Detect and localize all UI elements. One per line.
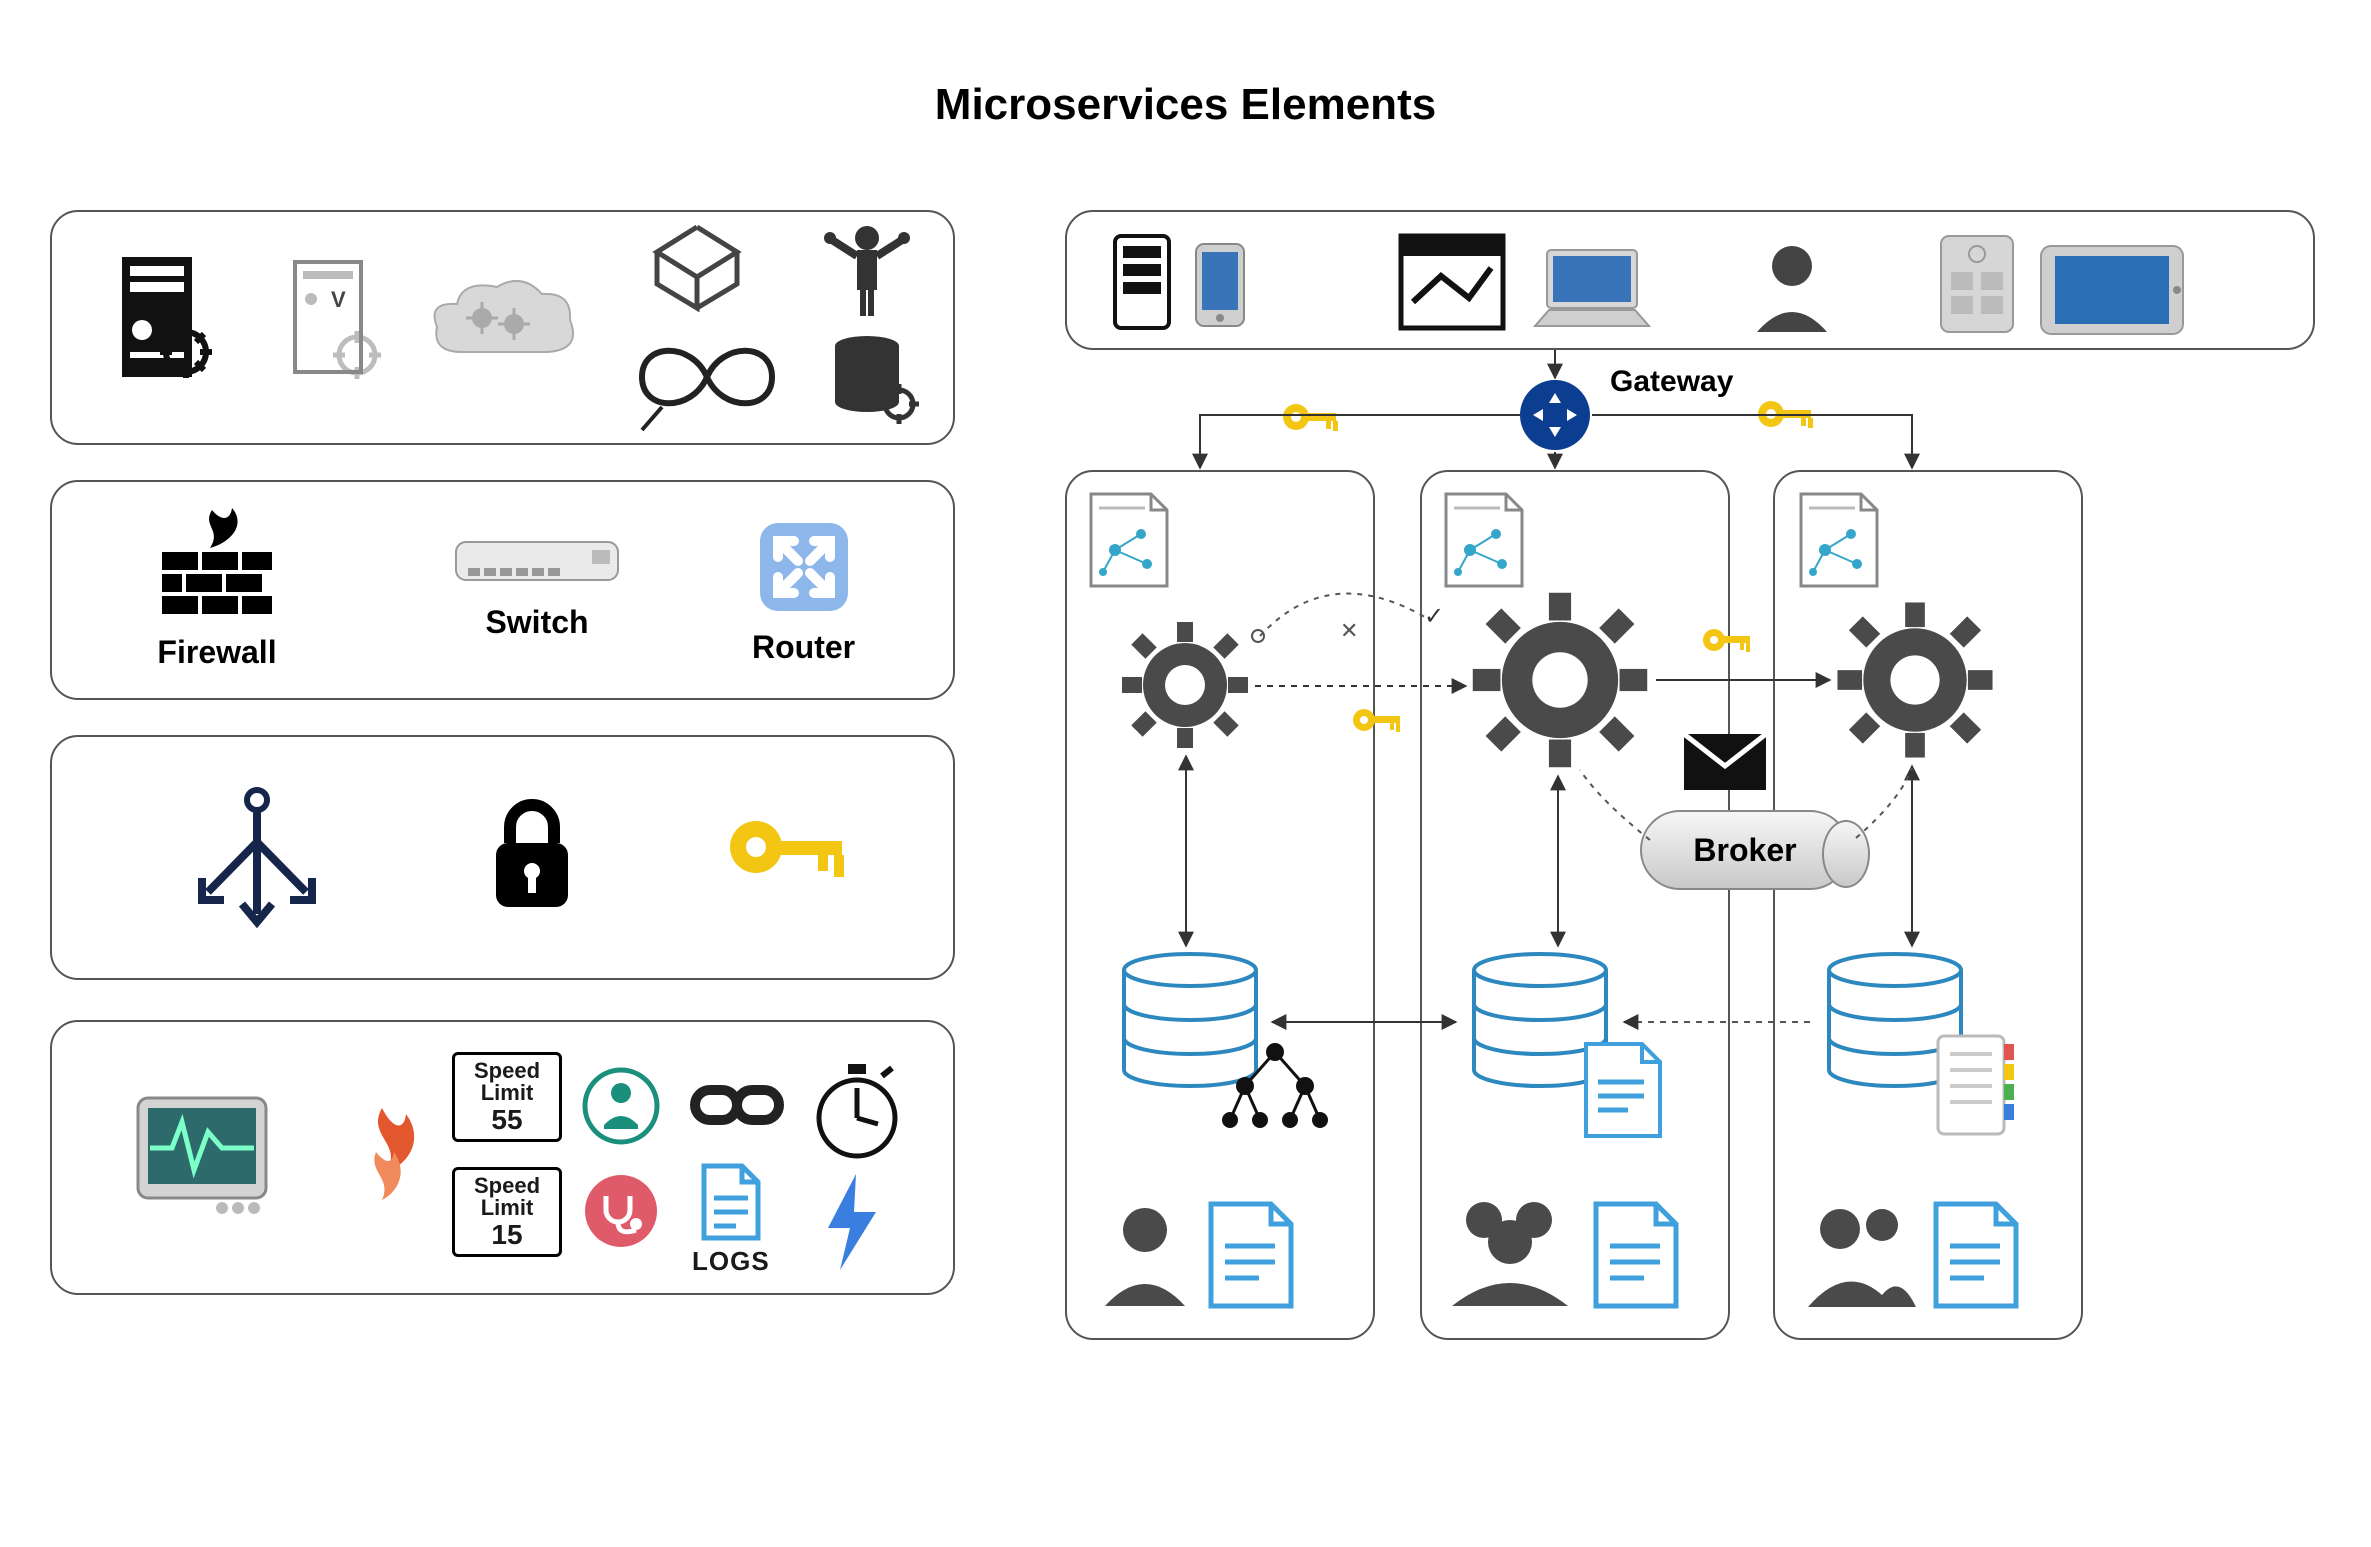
doc-overlay-icon-2 [1580, 1040, 1666, 1140]
panel-clients [1065, 210, 2315, 350]
tree-graph-icon [1220, 1040, 1330, 1130]
cloud-gears-icon [422, 272, 582, 382]
key-icon-inter-2 [1700, 620, 1754, 660]
panel-network: Firewall Switch Router [50, 480, 955, 700]
mail-icon [1680, 730, 1770, 794]
panel-monitoring: Speed Limit 55 Speed Limit 15 [50, 1020, 955, 1295]
diagnostics-icon [582, 1172, 660, 1250]
speed-limit-1-value: 55 [491, 1106, 522, 1134]
browser-window-icon [1397, 232, 1507, 332]
database-gear-icon [827, 332, 927, 432]
switch-icon: Switch [452, 532, 622, 641]
logs-file-icon: LOGS [692, 1162, 770, 1277]
key-icon [722, 807, 852, 907]
user-icon-1 [1095, 1200, 1195, 1310]
gateway-node [1520, 380, 1590, 450]
switch-label: Switch [485, 604, 588, 641]
service-gear-icon-2 [1470, 590, 1650, 770]
key-icon-inter-1 [1350, 700, 1404, 740]
document-icon-1 [1205, 1200, 1297, 1310]
contract-doc-icon-3 [1795, 490, 1883, 590]
orchestrator-person-icon [822, 222, 912, 322]
vm-server-icon: V [287, 257, 387, 387]
panel-infrastructure: V [50, 210, 955, 445]
router-icon: Router [752, 517, 855, 666]
speed-limit-2-value: 15 [491, 1221, 522, 1249]
bolt-icon [822, 1172, 882, 1272]
document-icon-2 [1590, 1200, 1682, 1310]
gateway-label: Gateway [1610, 365, 1733, 399]
lock-icon [482, 797, 582, 917]
laptop-icon [1527, 244, 1657, 334]
server-icon [112, 252, 222, 392]
firewall-icon: Firewall [152, 502, 282, 671]
smartphone-icon [1192, 240, 1248, 330]
router-label: Router [752, 629, 855, 666]
broker-label: Broker [1693, 832, 1796, 869]
tablet-portrait-icon [1937, 232, 2017, 336]
key-icon-gateway-right [1755, 392, 1815, 436]
users-icon-3 [1800, 1195, 1920, 1310]
stopwatch-icon [812, 1062, 902, 1162]
flame-icon [332, 1102, 432, 1222]
broker-node: Broker [1640, 810, 1850, 890]
tablet-landscape-icon [2037, 242, 2187, 338]
speed-limit-2-label: Speed Limit [455, 1175, 559, 1219]
load-balancer-icon [192, 782, 322, 932]
infinity-icon [612, 322, 802, 432]
user-silhouette-icon [1747, 238, 1837, 334]
speed-limit-55: Speed Limit 55 [452, 1052, 562, 1142]
open-box-icon [642, 222, 752, 312]
key-icon-gateway-left [1280, 395, 1340, 439]
chain-link-icon [687, 1070, 787, 1140]
panel-security [50, 735, 955, 980]
speed-limit-1-label: Speed Limit [455, 1060, 559, 1104]
monitor-pulse-icon [132, 1092, 272, 1222]
contract-doc-icon-1 [1085, 490, 1173, 590]
speed-limit-15: Speed Limit 15 [452, 1167, 562, 1257]
logs-label: LOGS [692, 1246, 770, 1277]
health-icon [582, 1067, 660, 1145]
phone-rack-icon [1107, 232, 1177, 332]
contract-doc-icon-2 [1440, 490, 1528, 590]
users-icon-2 [1440, 1190, 1580, 1310]
document-icon-3 [1930, 1200, 2022, 1310]
firewall-label: Firewall [157, 634, 276, 671]
svg-text:V: V [331, 287, 346, 312]
service-gear-icon-3 [1835, 600, 1995, 760]
service-gear-icon-1 [1120, 620, 1250, 750]
diagram-title: Microservices Elements [935, 80, 1436, 130]
notebook-tabs-icon [1930, 1030, 2020, 1140]
